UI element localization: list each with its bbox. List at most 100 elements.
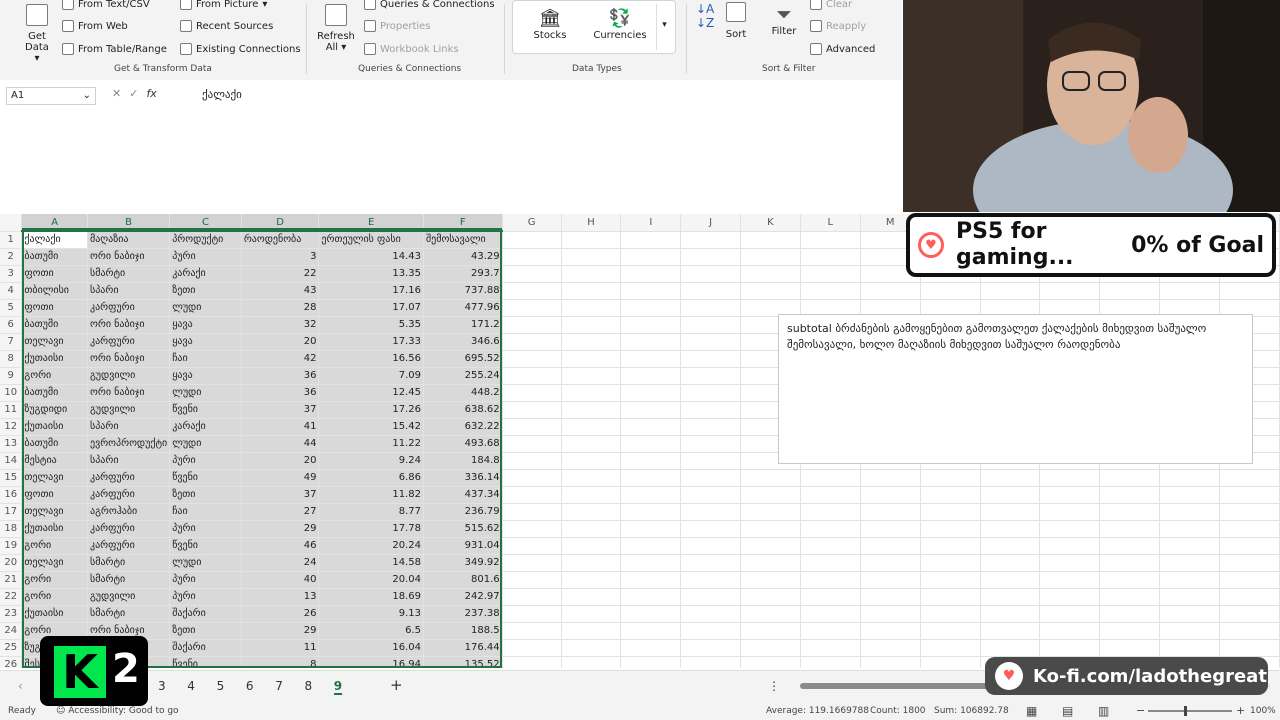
cell[interactable] <box>920 656 981 668</box>
cell[interactable]: 16.56 <box>318 350 424 368</box>
cell[interactable]: სმარტი <box>87 605 171 623</box>
cell[interactable]: 17.33 <box>318 333 424 351</box>
cell[interactable] <box>800 639 861 657</box>
from-picture-button[interactable]: From Picture ▾ <box>180 0 267 10</box>
cell[interactable] <box>680 656 741 668</box>
cell[interactable] <box>800 282 861 300</box>
cell[interactable] <box>740 571 801 589</box>
header-cell[interactable]: ერთეულის ფასი <box>318 231 424 249</box>
row-number[interactable]: 1 <box>0 231 23 249</box>
formula-input[interactable]: ქალაქი <box>202 88 242 101</box>
cell[interactable] <box>980 605 1041 623</box>
cell[interactable] <box>620 452 682 470</box>
row-number[interactable]: 14 <box>0 452 23 470</box>
cell[interactable]: 135.52 <box>423 656 503 668</box>
cell[interactable] <box>1099 282 1161 300</box>
cell[interactable] <box>1159 571 1220 589</box>
cell[interactable]: ლუდი <box>169 299 242 317</box>
cell[interactable]: 12.45 <box>318 384 424 402</box>
cell[interactable] <box>1219 469 1280 487</box>
cell[interactable] <box>561 299 622 317</box>
zoom-slider-thumb[interactable] <box>1184 706 1187 716</box>
cell[interactable]: ფოთი <box>21 486 88 504</box>
cell[interactable]: ქუთაისი <box>21 418 88 436</box>
cell[interactable] <box>561 554 622 572</box>
cell[interactable] <box>620 588 682 606</box>
cell[interactable] <box>920 554 981 572</box>
column-header[interactable]: L <box>800 214 861 232</box>
stocks-button[interactable]: 🏛 Stocks <box>526 8 574 41</box>
cell[interactable] <box>800 605 861 623</box>
from-web-button[interactable]: From Web <box>62 20 128 32</box>
select-all-corner[interactable] <box>0 214 23 232</box>
cell[interactable] <box>860 571 921 589</box>
cell[interactable] <box>800 554 861 572</box>
row-number[interactable]: 5 <box>0 299 23 317</box>
cell[interactable]: 11 <box>241 639 320 657</box>
cell[interactable] <box>561 282 622 300</box>
cell[interactable]: 437.34 <box>423 486 503 504</box>
cell[interactable] <box>1159 537 1220 555</box>
cell[interactable] <box>561 469 622 487</box>
cell[interactable]: 36 <box>241 384 320 402</box>
cell[interactable] <box>620 316 682 334</box>
row-number[interactable]: 19 <box>0 537 23 555</box>
cell[interactable] <box>1219 486 1280 504</box>
cell[interactable]: სმარტი <box>87 554 171 572</box>
workbook-links-button[interactable]: Workbook Links <box>364 43 459 55</box>
cell[interactable] <box>620 333 682 351</box>
cell[interactable]: 43.29 <box>423 248 503 266</box>
currencies-button[interactable]: 💱 Currencies <box>590 8 650 41</box>
cell[interactable] <box>1099 605 1161 623</box>
cell[interactable]: გუდვილი <box>87 588 171 606</box>
cell[interactable] <box>561 265 622 283</box>
cell[interactable] <box>1159 520 1220 538</box>
advanced-button[interactable]: Advanced <box>810 43 875 55</box>
cell[interactable] <box>680 622 741 640</box>
cell[interactable]: 237.38 <box>423 605 503 623</box>
cell[interactable]: ფოთი <box>21 299 88 317</box>
cell[interactable]: წვენი <box>169 401 242 419</box>
cell[interactable] <box>561 316 622 334</box>
cell[interactable] <box>502 588 562 606</box>
page-break-icon[interactable]: ▥ <box>1098 704 1109 718</box>
filter-button[interactable]: ⏷ Filter <box>768 2 800 37</box>
cell[interactable] <box>502 248 562 266</box>
cell[interactable]: წვენი <box>169 469 242 487</box>
cell[interactable] <box>1219 639 1280 657</box>
cell[interactable] <box>1159 639 1220 657</box>
cell[interactable] <box>502 469 562 487</box>
cell[interactable]: თელავი <box>21 469 88 487</box>
cell[interactable] <box>920 486 981 504</box>
cell[interactable] <box>860 639 921 657</box>
cell[interactable]: ორი ნაბიჯი <box>87 350 171 368</box>
cell[interactable]: 8 <box>241 656 320 668</box>
cell[interactable] <box>620 282 682 300</box>
cell[interactable] <box>740 554 801 572</box>
cell[interactable] <box>561 520 622 538</box>
cell[interactable] <box>620 639 682 657</box>
cell[interactable] <box>680 384 741 402</box>
cell[interactable]: 14.43 <box>318 248 424 266</box>
cell[interactable] <box>502 367 562 385</box>
cell[interactable] <box>620 571 682 589</box>
cell[interactable] <box>1099 520 1161 538</box>
cell[interactable] <box>502 622 562 640</box>
cell[interactable]: 336.14 <box>423 469 503 487</box>
cell[interactable] <box>1159 588 1220 606</box>
sheet-tab[interactable]: 8 <box>305 679 313 693</box>
column-header[interactable]: J <box>680 214 741 232</box>
cell[interactable] <box>680 418 741 436</box>
row-number[interactable]: 20 <box>0 554 23 572</box>
cell[interactable]: ფოთი <box>21 265 88 283</box>
cell[interactable] <box>502 554 562 572</box>
cell[interactable] <box>502 418 562 436</box>
cell[interactable] <box>561 588 622 606</box>
from-text-csv-button[interactable]: From Text/CSV <box>62 0 150 10</box>
cell[interactable]: 29 <box>241 520 320 538</box>
clear-button[interactable]: Clear <box>810 0 852 10</box>
column-header[interactable]: K <box>740 214 801 232</box>
cell[interactable] <box>1159 622 1220 640</box>
cell[interactable]: 26 <box>241 605 320 623</box>
cell[interactable] <box>561 656 622 668</box>
